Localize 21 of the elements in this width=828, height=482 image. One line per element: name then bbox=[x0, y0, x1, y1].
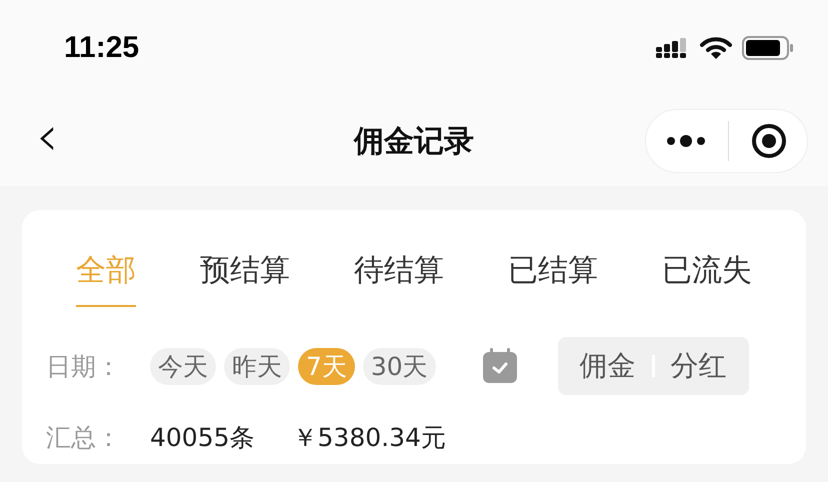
calendar-icon[interactable] bbox=[482, 348, 518, 384]
switch-option[interactable]: 分红 bbox=[666, 345, 731, 387]
summary-label: 汇总： bbox=[46, 422, 122, 454]
tab[interactable]: 已结算 bbox=[508, 246, 598, 307]
more-icon[interactable] bbox=[666, 133, 706, 149]
date-chip[interactable]: 30天 bbox=[362, 348, 436, 384]
tab[interactable]: 待结算 bbox=[354, 246, 444, 307]
total-amount: ￥5380.34元 bbox=[292, 422, 446, 454]
wifi-icon bbox=[700, 36, 732, 60]
date-chip[interactable]: 今天 bbox=[150, 348, 216, 384]
date-chip[interactable]: 昨天 bbox=[224, 348, 290, 384]
close-icon[interactable] bbox=[751, 123, 787, 159]
record-count: 40055条 bbox=[150, 422, 255, 454]
page-title: 佣金记录 bbox=[354, 122, 474, 160]
battery-icon bbox=[742, 36, 794, 60]
status-time: 11:25 bbox=[64, 31, 140, 65]
switch-option[interactable]: 佣金 bbox=[576, 345, 640, 387]
tab[interactable]: 已流失 bbox=[662, 246, 752, 307]
back-button[interactable]: ‹ bbox=[30, 109, 64, 173]
date-label: 日期： bbox=[46, 350, 122, 382]
tab[interactable]: 预结算 bbox=[200, 246, 290, 307]
